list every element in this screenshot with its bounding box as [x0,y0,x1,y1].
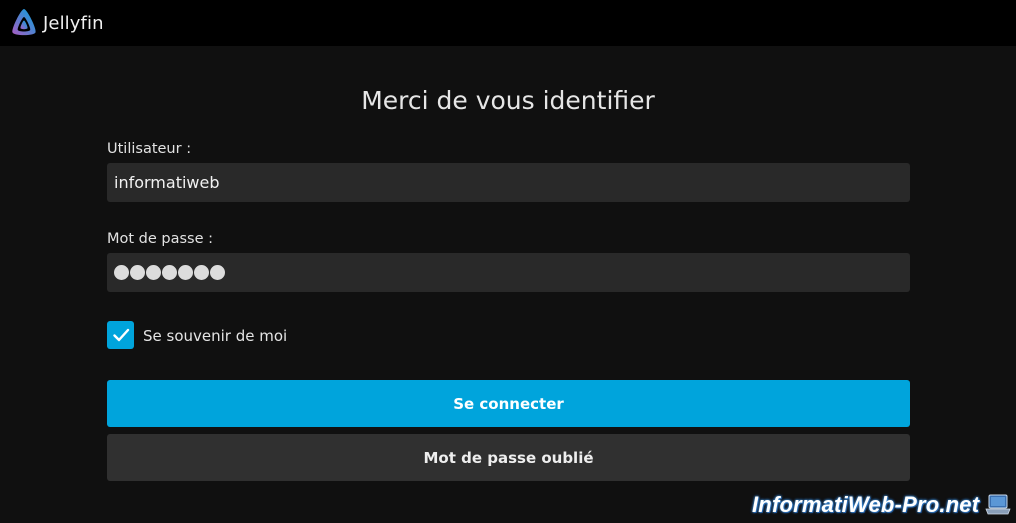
password-dot [146,265,161,280]
password-dot [194,265,209,280]
username-input[interactable]: informatiweb [107,163,910,202]
username-label: Utilisateur : [107,141,192,157]
page-title: Merci de vous identifier [361,86,655,115]
password-input[interactable] [107,253,910,292]
remember-me-checkbox[interactable] [107,321,134,349]
password-dot [114,265,129,280]
app-name: Jellyfin [43,12,104,34]
password-mask [114,265,225,280]
password-label: Mot de passe : [107,231,214,247]
sign-in-button[interactable]: Se connecter [107,380,910,427]
username-value: informatiweb [114,173,220,192]
site-watermark: InformatiWeb-Pro.net [752,492,980,517]
password-dot [210,265,225,280]
password-dot [178,265,193,280]
jellyfin-logo-icon [12,9,36,36]
app-logo[interactable]: Jellyfin [8,7,104,39]
password-dot [162,265,177,280]
forgot-password-button[interactable]: Mot de passe oublié [107,434,910,481]
top-bar: Jellyfin [0,0,1016,46]
checkmark-icon [112,328,129,342]
password-dot [130,265,145,280]
laptop-icon [985,494,1011,515]
remember-me-label[interactable]: Se souvenir de moi [143,327,287,345]
